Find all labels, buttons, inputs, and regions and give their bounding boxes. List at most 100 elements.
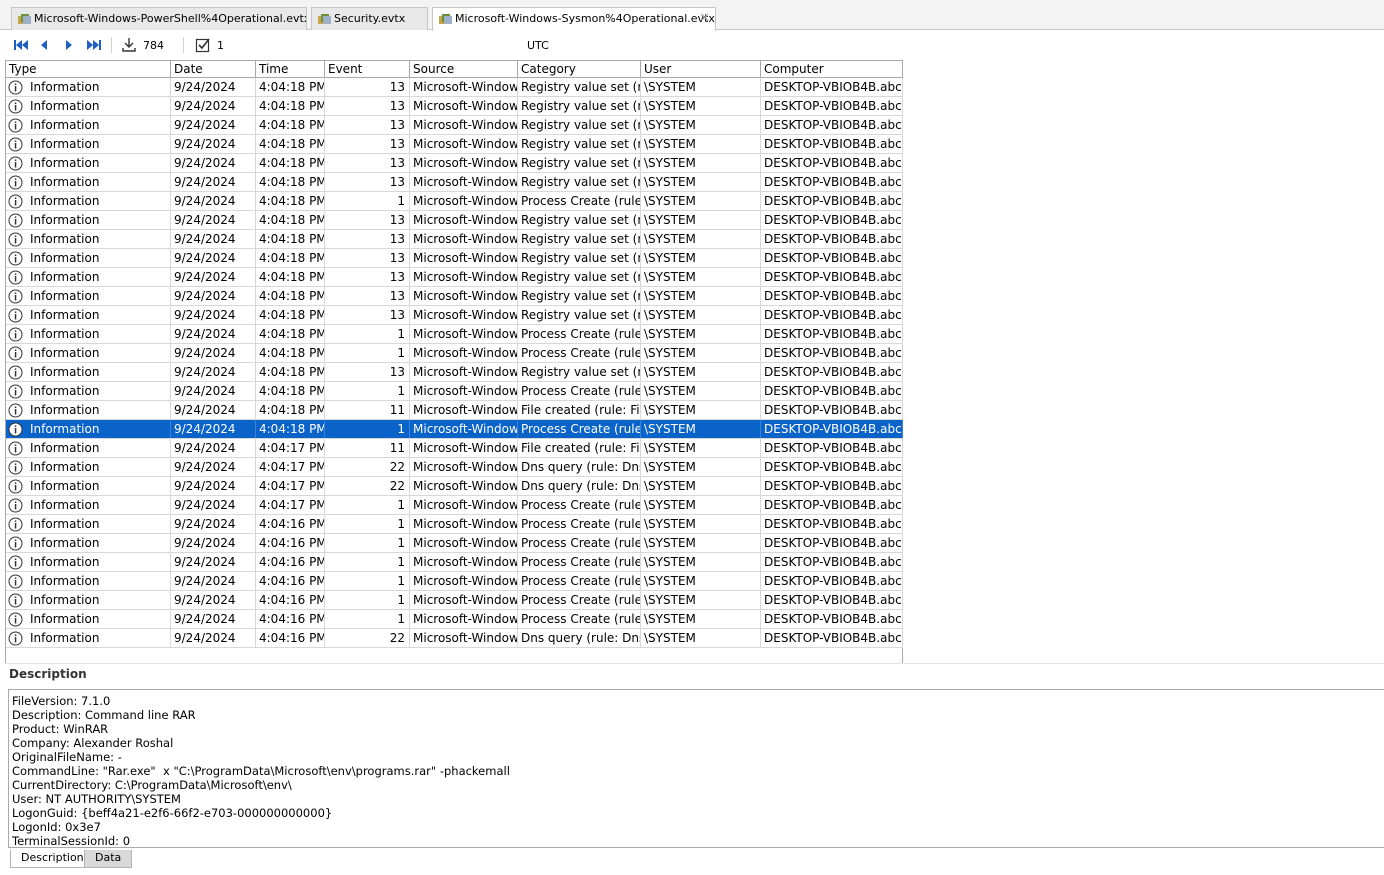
table-row[interactable]: Information 9/24/2024 4:04:16 PM 1 Microsoft…: [6, 591, 903, 610]
first-page-button[interactable]: [13, 36, 29, 54]
cell-type: Information: [6, 515, 171, 533]
document-tab-bar: Microsoft-Windows-PowerShell%4Operationa…: [0, 0, 1384, 31]
table-row[interactable]: Information 9/24/2024 4:04:18 PM 1 Microsoft…: [6, 325, 903, 344]
checked-items-button[interactable]: 1: [195, 36, 224, 54]
description-line: LogonId: 0x3e7: [12, 820, 101, 834]
table-row[interactable]: Information 9/24/2024 4:04:18 PM 13 Microsof…: [6, 211, 903, 230]
table-row[interactable]: Information 9/24/2024 4:04:16 PM 1 Microsoft…: [6, 553, 903, 572]
tab-security-log[interactable]: Security.evtx: [311, 7, 428, 30]
table-row[interactable]: Information 9/24/2024 4:04:18 PM 1 Microsoft…: [6, 344, 903, 363]
table-row[interactable]: Information 9/24/2024 4:04:17 PM 11 Microsof…: [6, 439, 903, 458]
previous-button[interactable]: [38, 36, 50, 54]
tab-sysmon-log[interactable]: Microsoft-Windows-Sysmon%4Operational.ev…: [432, 7, 716, 31]
tab-description[interactable]: Description: [10, 850, 95, 868]
information-icon: [8, 536, 23, 551]
column-header-time[interactable]: Time: [256, 61, 325, 78]
checkbox-icon: [195, 38, 210, 53]
table-row[interactable]: Information 9/24/2024 4:04:18 PM 13 Microsof…: [6, 268, 903, 287]
cell-event: 1: [325, 515, 410, 533]
cell-event: 13: [325, 287, 410, 305]
cell-event: 13: [325, 154, 410, 172]
table-row[interactable]: Information 9/24/2024 4:04:18 PM 1 Microsoft…: [6, 420, 903, 439]
cell-date: 9/24/2024: [171, 211, 256, 229]
table-row[interactable]: Information 9/24/2024 4:04:18 PM 13 Microsof…: [6, 78, 903, 97]
cell-computer: DESKTOP-VBIOB4B.abc.lo: [761, 211, 903, 229]
table-row[interactable]: Information 9/24/2024 4:04:17 PM 22 Microsof…: [6, 458, 903, 477]
cell-type: Information: [6, 534, 171, 552]
tab-powershell-log[interactable]: Microsoft-Windows-PowerShell%4Operationa…: [11, 7, 307, 30]
export-button[interactable]: 784: [121, 36, 164, 54]
table-row[interactable]: Information 9/24/2024 4:04:16 PM 1 Microsoft…: [6, 534, 903, 553]
cell-date: 9/24/2024: [171, 154, 256, 172]
table-row[interactable]: Information 9/24/2024 4:04:18 PM 13 Microsof…: [6, 154, 903, 173]
event-log-file-icon: [439, 14, 452, 24]
cell-category: Registry value set (rul: [518, 306, 641, 324]
type-label: Information: [30, 99, 100, 113]
cell-date: 9/24/2024: [171, 192, 256, 210]
type-label: Information: [30, 612, 100, 626]
table-row[interactable]: Information 9/24/2024 4:04:18 PM 13 Microsof…: [6, 116, 903, 135]
tab-label: Microsoft-Windows-Sysmon%4Operational.ev…: [455, 12, 715, 25]
cell-time: 4:04:16 PM: [256, 553, 325, 571]
type-label: Information: [30, 289, 100, 303]
table-row[interactable]: Information 9/24/2024 4:04:17 PM 1 Microsoft…: [6, 496, 903, 515]
cell-source: Microsoft-Windows: [410, 192, 518, 210]
cell-time: 4:04:18 PM: [256, 401, 325, 419]
column-header-user[interactable]: User: [641, 61, 761, 78]
cell-time: 4:04:18 PM: [256, 363, 325, 381]
cell-source: Microsoft-Windows: [410, 496, 518, 514]
column-header-event[interactable]: Event: [325, 61, 410, 78]
cell-time: 4:04:18 PM: [256, 97, 325, 115]
next-button[interactable]: [63, 36, 75, 54]
column-header-computer[interactable]: Computer: [761, 61, 903, 78]
type-label: Information: [30, 308, 100, 322]
cell-event: 13: [325, 363, 410, 381]
column-header-source[interactable]: Source: [410, 61, 518, 78]
column-header-date[interactable]: Date: [171, 61, 256, 78]
table-row[interactable]: Information 9/24/2024 4:04:18 PM 11 Microsof…: [6, 401, 903, 420]
tab-data[interactable]: Data: [84, 850, 133, 868]
event-log-file-icon: [18, 14, 31, 24]
table-row[interactable]: Information 9/24/2024 4:04:18 PM 13 Microsof…: [6, 173, 903, 192]
cell-computer: DESKTOP-VBIOB4B.abc.lo: [761, 496, 903, 514]
column-header-category[interactable]: Category: [518, 61, 641, 78]
information-icon: [8, 384, 23, 399]
last-page-button[interactable]: [86, 36, 102, 54]
cell-event: 22: [325, 629, 410, 647]
table-row[interactable]: Information 9/24/2024 4:04:18 PM 1 Microsoft…: [6, 192, 903, 211]
table-row[interactable]: Information 9/24/2024 4:04:18 PM 13 Microsof…: [6, 363, 903, 382]
description-line: Product: WinRAR: [12, 722, 109, 736]
timezone-label[interactable]: UTC: [527, 39, 549, 52]
cell-type: Information: [6, 344, 171, 362]
table-row[interactable]: Information 9/24/2024 4:04:17 PM 22 Microsof…: [6, 477, 903, 496]
cell-date: 9/24/2024: [171, 515, 256, 533]
cell-type: Information: [6, 192, 171, 210]
cell-category: Process Create (rule:: [518, 382, 641, 400]
column-header-type[interactable]: Type: [6, 61, 171, 78]
close-icon[interactable]: ✕: [699, 8, 710, 29]
table-row[interactable]: Information 9/24/2024 4:04:16 PM 1 Microsoft…: [6, 515, 903, 534]
table-row[interactable]: Information 9/24/2024 4:04:18 PM 13 Microsof…: [6, 97, 903, 116]
cell-time: 4:04:18 PM: [256, 382, 325, 400]
table-row[interactable]: Information 9/24/2024 4:04:18 PM 13 Microsof…: [6, 135, 903, 154]
cell-event: 11: [325, 439, 410, 457]
cell-type: Information: [6, 382, 171, 400]
cell-source: Microsoft-Windows: [410, 287, 518, 305]
grid-rows: Information 9/24/2024 4:04:18 PM 13 Microsof…: [6, 78, 903, 648]
description-line: FileVersion: 7.1.0: [12, 694, 111, 708]
table-row[interactable]: Information 9/24/2024 4:04:18 PM 1 Microsoft…: [6, 382, 903, 401]
table-row[interactable]: Information 9/24/2024 4:04:16 PM 1 Microsoft…: [6, 610, 903, 629]
cell-category: Registry value set (rul: [518, 116, 641, 134]
table-row[interactable]: Information 9/24/2024 4:04:18 PM 13 Microsof…: [6, 249, 903, 268]
table-row[interactable]: Information 9/24/2024 4:04:16 PM 1 Microsoft…: [6, 572, 903, 591]
description-text[interactable]: FileVersion: 7.1.0 Description: Command l…: [8, 689, 1384, 848]
table-row[interactable]: Information 9/24/2024 4:04:18 PM 13 Microsof…: [6, 230, 903, 249]
cell-type: Information: [6, 420, 171, 438]
table-row[interactable]: Information 9/24/2024 4:04:16 PM 22 Microsof…: [6, 629, 903, 648]
cell-source: Microsoft-Windows: [410, 477, 518, 495]
cell-type: Information: [6, 629, 171, 647]
table-row[interactable]: Information 9/24/2024 4:04:18 PM 13 Microsof…: [6, 306, 903, 325]
table-row[interactable]: Information 9/24/2024 4:04:18 PM 13 Microsof…: [6, 287, 903, 306]
description-line: Description: Command line RAR: [12, 708, 196, 722]
cell-category: Registry value set (rul: [518, 135, 641, 153]
